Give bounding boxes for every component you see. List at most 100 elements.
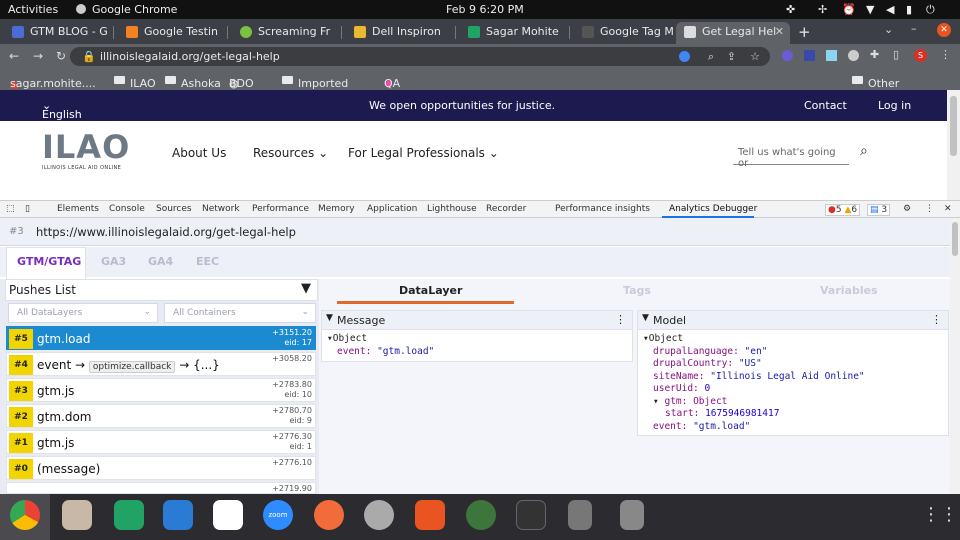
bookmark-star-icon[interactable]: ☆ bbox=[750, 47, 760, 66]
messages-counter[interactable]: ▤ 3 bbox=[867, 204, 891, 216]
tab-google-tag-manager[interactable]: Google Tag M bbox=[570, 22, 684, 44]
tree-node[interactable]: ▾Object bbox=[643, 333, 943, 346]
nav-legal-professionals[interactable]: For Legal Professionals ⌄ bbox=[348, 146, 499, 160]
kebab-menu-icon[interactable]: ⋮ bbox=[931, 313, 942, 326]
tab-sagar-mohite[interactable]: Sagar Mohite bbox=[456, 22, 570, 44]
datalayer-select[interactable]: All DataLayers ⌄ bbox=[8, 303, 158, 323]
new-tab-button[interactable]: + bbox=[792, 22, 816, 44]
bookmark-folder[interactable]: Imported Fro... bbox=[282, 73, 348, 103]
document-app-icon[interactable] bbox=[163, 500, 193, 530]
push-row-2[interactable]: #2 gtm.dom +2780.70 eid: 9 bbox=[6, 404, 316, 428]
tab-ga4[interactable]: GA4 bbox=[148, 255, 173, 268]
settings-gear-icon[interactable]: ⚙ bbox=[903, 204, 911, 214]
activities-button[interactable]: Activities bbox=[8, 3, 58, 16]
zoom-icon[interactable]: ⌕ bbox=[708, 47, 714, 66]
side-panel-icon[interactable]: ▯ bbox=[893, 48, 899, 61]
login-link[interactable]: Log in bbox=[878, 99, 911, 112]
model-header[interactable]: ▼ Model ⋮ bbox=[638, 311, 948, 330]
language-select[interactable]: English ⌄ bbox=[42, 99, 82, 121]
close-tab-icon[interactable]: ✕ bbox=[775, 22, 784, 42]
extension-icon[interactable] bbox=[848, 50, 859, 61]
issues-counter[interactable]: ●5 ▲6 bbox=[825, 204, 861, 216]
tab-get-legal-help[interactable]: Get Legal Hel ✕ bbox=[676, 22, 790, 44]
tab-google-testing[interactable]: Google Testin bbox=[114, 22, 228, 44]
app-menu[interactable]: Google Chrome bbox=[92, 3, 177, 16]
search-icon[interactable]: ⌕ bbox=[860, 143, 868, 159]
tab-dell-inspiron[interactable]: Dell Inspiron bbox=[342, 22, 456, 44]
other-bookmarks[interactable]: Other bookmarks bbox=[852, 73, 929, 103]
chrome-app-icon[interactable] bbox=[10, 500, 40, 530]
message-header[interactable]: ▼ Message ⋮ bbox=[322, 311, 632, 330]
devtools-tab-performance-insights[interactable]: Performance insights bbox=[555, 204, 650, 214]
devtools-tab-elements[interactable]: Elements bbox=[57, 204, 99, 214]
nav-resources[interactable]: Resources ⌄ bbox=[253, 146, 328, 160]
filter-icon[interactable]: ▼ bbox=[301, 281, 311, 296]
devtools-tab-network[interactable]: Network bbox=[202, 204, 240, 214]
kebab-menu-icon[interactable]: ⋮ bbox=[615, 313, 626, 326]
files-app-icon[interactable] bbox=[62, 500, 92, 530]
push-row-partial[interactable]: +2719.90 bbox=[6, 482, 316, 494]
address-bar[interactable]: 🔒 illinoislegalaid.org/get-legal-help ⌕ … bbox=[70, 47, 770, 66]
inkscape-app-icon[interactable] bbox=[314, 500, 344, 530]
devtools-tab-performance[interactable]: Performance bbox=[252, 204, 309, 214]
extensions-puzzle-icon[interactable]: ✚ bbox=[870, 48, 879, 61]
extension-icon[interactable] bbox=[804, 50, 815, 61]
tab-eec[interactable]: EEC bbox=[196, 255, 219, 268]
contact-link[interactable]: Contact bbox=[804, 99, 847, 112]
show-applications-icon[interactable]: ⋮⋮⋮ bbox=[922, 504, 960, 525]
nav-about-us[interactable]: About Us bbox=[172, 146, 226, 160]
devtools-tab-application[interactable]: Application bbox=[367, 204, 417, 214]
devtools-scrollbar[interactable] bbox=[950, 218, 960, 494]
reload-icon[interactable]: ↻ bbox=[56, 49, 66, 63]
slack-app-icon[interactable] bbox=[213, 500, 243, 530]
terminal-app-icon[interactable] bbox=[516, 500, 546, 530]
profile-avatar[interactable]: S bbox=[914, 49, 927, 62]
devtools-tab-analytics-debugger[interactable]: Analytics Debugger bbox=[669, 204, 757, 214]
forward-arrow-icon[interactable]: → bbox=[33, 49, 43, 63]
devtools-tab-console[interactable]: Console bbox=[109, 204, 145, 214]
power-menu-icon[interactable]: ⏻ bbox=[926, 3, 935, 17]
bookmark-folder[interactable]: ILAO bbox=[114, 73, 156, 90]
bookmark-folder[interactable]: Ashoka bbox=[165, 73, 221, 90]
extension-icon[interactable] bbox=[782, 50, 793, 61]
site-search-input[interactable]: Tell us what's going or bbox=[733, 141, 849, 169]
tree-node[interactable]: ▾Object bbox=[327, 333, 627, 346]
push-row-3[interactable]: #3 gtm.js +2783.80 eid: 10 bbox=[6, 378, 316, 402]
devtools-menu-icon[interactable]: ⋮ bbox=[925, 204, 934, 214]
tab-gtm-blog[interactable]: GTM BLOG - G bbox=[0, 22, 114, 44]
tab-ga3[interactable]: GA3 bbox=[101, 255, 126, 268]
usb-drive-icon[interactable] bbox=[568, 500, 592, 530]
tree-node[interactable]: ▾ gtm: Object bbox=[643, 396, 943, 409]
tab-tags[interactable]: Tags bbox=[623, 284, 651, 297]
devtools-tab-lighthouse[interactable]: Lighthouse bbox=[427, 204, 477, 214]
tab-search-icon[interactable]: ⌄ bbox=[884, 23, 893, 36]
tab-variables[interactable]: Variables bbox=[820, 284, 878, 297]
close-devtools-icon[interactable]: ✕ bbox=[944, 204, 952, 214]
close-window-icon[interactable]: ✕ bbox=[937, 23, 951, 37]
devtools-tab-recorder[interactable]: Recorder bbox=[486, 204, 526, 214]
device-toolbar-icon[interactable]: ▯ bbox=[25, 204, 30, 214]
spreadsheet-app-icon[interactable] bbox=[114, 500, 144, 530]
minimize-icon[interactable]: – bbox=[911, 22, 917, 35]
settings-app-icon[interactable] bbox=[364, 500, 394, 530]
devtools-tab-memory[interactable]: Memory bbox=[318, 204, 355, 214]
share-icon[interactable]: ⇪ bbox=[727, 47, 736, 66]
push-row-0[interactable]: #0 (message) +2776.10 bbox=[6, 456, 316, 480]
gimp-app-icon[interactable] bbox=[466, 500, 496, 530]
push-row-1[interactable]: #1 gtm.js +2776.30 eid: 1 bbox=[6, 430, 316, 454]
extension-icon[interactable] bbox=[826, 50, 837, 61]
page-scrollbar[interactable] bbox=[947, 90, 960, 201]
usb-drive-icon[interactable] bbox=[620, 500, 644, 530]
tab-screaming-frog[interactable]: Screaming Fr bbox=[228, 22, 342, 44]
kebab-menu-icon[interactable]: ⋮ bbox=[940, 48, 951, 61]
inspect-element-icon[interactable]: ⬚ bbox=[6, 204, 15, 214]
clock[interactable]: Feb 9 6:20 PM bbox=[446, 3, 524, 16]
google-lens-icon[interactable] bbox=[679, 51, 690, 62]
devtools-tab-sources[interactable]: Sources bbox=[156, 204, 192, 214]
push-row-5[interactable]: #5 gtm.load +3151.20 eid: 17 bbox=[6, 326, 316, 350]
tab-gtm-gtag[interactable]: GTM/GTAG bbox=[17, 255, 81, 268]
software-center-app-icon[interactable] bbox=[415, 500, 445, 530]
zoom-app-icon[interactable]: zoom bbox=[263, 500, 293, 530]
tab-datalayer[interactable]: DataLayer bbox=[399, 284, 462, 297]
push-row-4[interactable]: #4 event → optimize.callback → {...} +3058… bbox=[6, 352, 316, 376]
